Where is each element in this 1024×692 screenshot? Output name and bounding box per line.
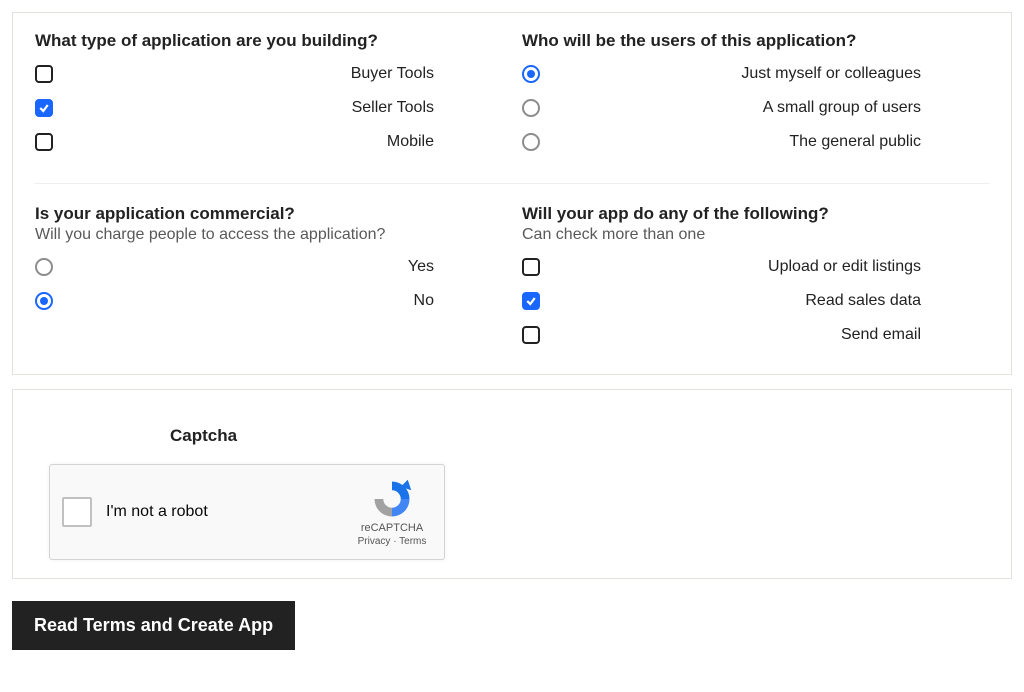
option-label: Read sales data bbox=[556, 292, 989, 310]
option-label: The general public bbox=[556, 133, 989, 151]
option-read-sales: Read sales data bbox=[522, 288, 989, 314]
question-title: Who will be the users of this applicatio… bbox=[522, 31, 989, 51]
option-yes: Yes bbox=[35, 254, 502, 280]
checkbox-mobile[interactable] bbox=[35, 133, 53, 151]
radio-public[interactable] bbox=[522, 133, 540, 151]
question-subtitle: Can check more than one bbox=[522, 226, 989, 244]
recaptcha-box: I'm not a robot reCAPTCHA Privacy · Term… bbox=[49, 464, 445, 560]
form-panel: What type of application are you buildin… bbox=[12, 12, 1012, 375]
checkbox-upload[interactable] bbox=[522, 258, 540, 276]
recaptcha-logo-icon bbox=[371, 478, 413, 520]
radio-no[interactable] bbox=[35, 292, 53, 310]
options-list: Buyer Tools Seller Tools Mobile bbox=[35, 61, 502, 155]
option-label: Mobile bbox=[69, 133, 502, 151]
recaptcha-checkbox[interactable] bbox=[62, 497, 92, 527]
checkbox-send-email[interactable] bbox=[522, 326, 540, 344]
checkbox-seller-tools[interactable] bbox=[35, 99, 53, 117]
question-subtitle: Will you charge people to access the app… bbox=[35, 226, 502, 244]
recaptcha-brand: reCAPTCHA bbox=[352, 522, 432, 534]
checkbox-buyer-tools[interactable] bbox=[35, 65, 53, 83]
option-no: No bbox=[35, 288, 502, 314]
question-users: Who will be the users of this applicatio… bbox=[522, 31, 989, 163]
question-title: Is your application commercial? bbox=[35, 204, 502, 224]
option-send-email: Send email bbox=[522, 322, 989, 348]
options-list: Upload or edit listings Read sales data … bbox=[522, 254, 989, 348]
option-label: Send email bbox=[556, 326, 989, 344]
option-label: A small group of users bbox=[556, 99, 989, 117]
question-commercial: Is your application commercial? Will you… bbox=[35, 204, 522, 356]
form-row-1: What type of application are you buildin… bbox=[35, 31, 989, 163]
option-seller-tools: Seller Tools bbox=[35, 95, 502, 121]
option-small-group: A small group of users bbox=[522, 95, 989, 121]
question-capabilities: Will your app do any of the following? C… bbox=[522, 204, 989, 356]
option-upload: Upload or edit listings bbox=[522, 254, 989, 280]
question-app-type: What type of application are you buildin… bbox=[35, 31, 522, 163]
recaptcha-links: Privacy · Terms bbox=[352, 536, 432, 547]
radio-yes[interactable] bbox=[35, 258, 53, 276]
divider bbox=[35, 183, 989, 184]
recaptcha-terms-link[interactable]: Terms bbox=[399, 536, 426, 547]
read-terms-create-app-button[interactable]: Read Terms and Create App bbox=[12, 601, 295, 650]
question-title: What type of application are you buildin… bbox=[35, 31, 502, 51]
recaptcha-label: I'm not a robot bbox=[106, 503, 352, 521]
option-buyer-tools: Buyer Tools bbox=[35, 61, 502, 87]
captcha-panel: Captcha I'm not a robot reCAPTCHA Privac… bbox=[12, 389, 1012, 579]
options-list: Just myself or colleagues A small group … bbox=[522, 61, 989, 155]
captcha-heading: Captcha bbox=[170, 426, 989, 446]
option-label: Upload or edit listings bbox=[556, 258, 989, 276]
recaptcha-privacy-link[interactable]: Privacy bbox=[358, 536, 391, 547]
option-public: The general public bbox=[522, 129, 989, 155]
option-mobile: Mobile bbox=[35, 129, 502, 155]
option-myself: Just myself or colleagues bbox=[522, 61, 989, 87]
option-label: Yes bbox=[69, 258, 502, 276]
radio-myself[interactable] bbox=[522, 65, 540, 83]
radio-small-group[interactable] bbox=[522, 99, 540, 117]
option-label: Seller Tools bbox=[69, 99, 502, 117]
options-list: Yes No bbox=[35, 254, 502, 314]
option-label: No bbox=[69, 292, 502, 310]
option-label: Buyer Tools bbox=[69, 65, 502, 83]
checkbox-read-sales[interactable] bbox=[522, 292, 540, 310]
form-row-2: Is your application commercial? Will you… bbox=[35, 204, 989, 356]
recaptcha-badge: reCAPTCHA Privacy · Terms bbox=[352, 478, 432, 547]
option-label: Just myself or colleagues bbox=[556, 65, 989, 83]
question-title: Will your app do any of the following? bbox=[522, 204, 989, 224]
